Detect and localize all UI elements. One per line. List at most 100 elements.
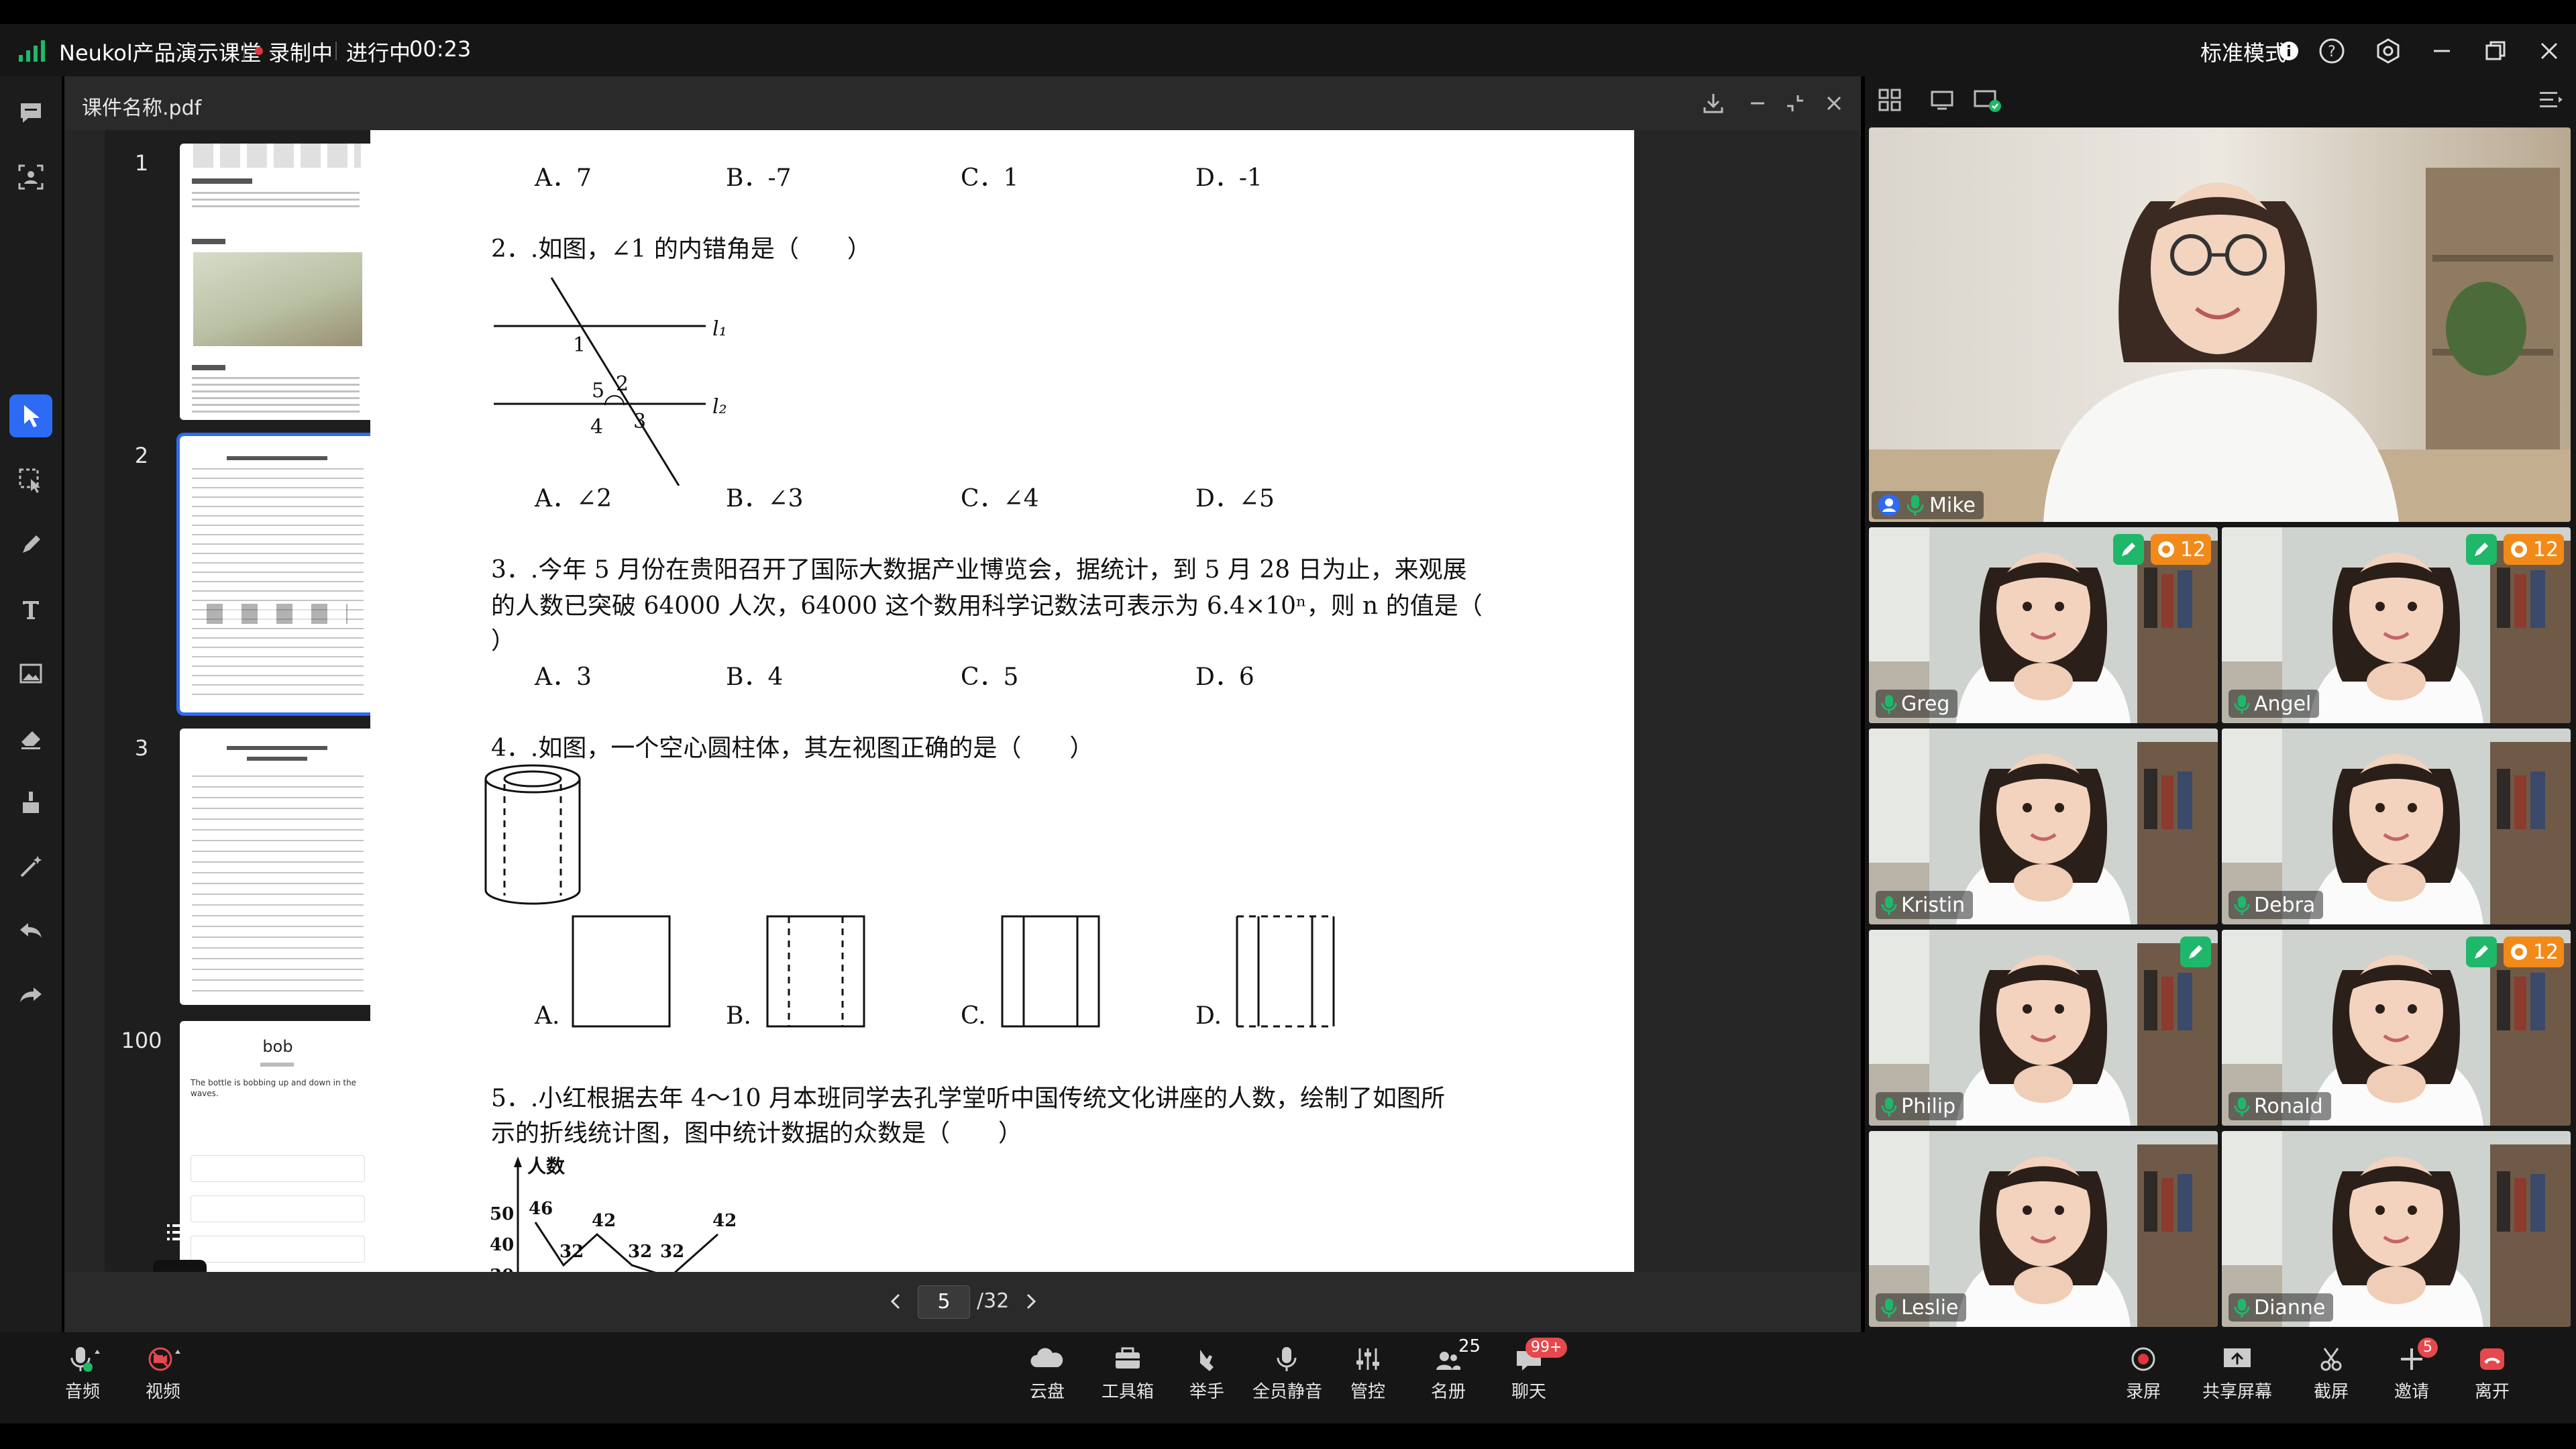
mic-on-icon (2234, 695, 2250, 714)
audio-button[interactable]: 音频 (39, 1344, 126, 1411)
pen-permission-icon (2475, 945, 2488, 959)
question-4: 4．.如图，一个空心圆柱体，其左视图正确的是（ ） (491, 735, 1094, 762)
mode-label[interactable]: 标准模式 (2200, 36, 2286, 67)
option: A．∠2 (535, 485, 612, 513)
mic-icon (70, 1347, 100, 1372)
chat-button[interactable]: 聊天 99+ (1485, 1338, 1572, 1411)
area-select-tool[interactable] (9, 459, 52, 502)
roster-button[interactable]: 名册 25 (1405, 1336, 1492, 1411)
settings-icon[interactable] (2375, 38, 2402, 64)
audio-label: 音频 (64, 1382, 100, 1402)
minimize-icon[interactable] (2428, 38, 2455, 64)
restore-icon[interactable] (2482, 38, 2509, 64)
student-video-tile[interactable]: Philip (1869, 930, 2218, 1126)
student-video-tile[interactable]: Kristin (1869, 729, 2218, 924)
help-icon[interactable]: ? (2318, 38, 2345, 64)
doc-close-icon[interactable] (1822, 91, 1846, 115)
info-icon[interactable] (2278, 40, 2300, 62)
chat-badge: 99+ (1525, 1338, 1568, 1358)
undo-button[interactable] (9, 910, 52, 953)
raise-hand-label: 举手 (1189, 1382, 1224, 1402)
image-tool[interactable] (9, 652, 52, 695)
student-video-tile[interactable]: Dianne (2222, 1131, 2571, 1327)
chart-value-label: 42 (592, 1211, 616, 1231)
option: B．4 (726, 663, 784, 691)
share-screen-button[interactable]: 共享屏幕 (2194, 1344, 2281, 1411)
mute-all-button[interactable]: 全员静音 (1244, 1344, 1331, 1411)
student-video-tile[interactable]: Leslie (1869, 1131, 2218, 1327)
student-video-tile[interactable]: Ronald 12 (2222, 930, 2571, 1126)
eraser-icon (21, 731, 40, 749)
option: B. (726, 1002, 751, 1030)
student-video-tile[interactable]: Angel 12 (2222, 527, 2571, 723)
student-nameplate: Philip (1876, 1092, 1964, 1120)
magic-tool[interactable] (9, 845, 52, 888)
svg-text:4: 4 (590, 415, 603, 439)
svg-text:?: ? (2328, 44, 2336, 60)
thumbnail-page-1[interactable] (180, 144, 376, 420)
option: C．∠4 (961, 485, 1039, 513)
record-button[interactable]: 录屏 (2100, 1344, 2187, 1411)
option: C．1 (961, 164, 1019, 192)
student-name: Ronald (2254, 1094, 2323, 1118)
toolbox-button[interactable]: 工具箱 (1084, 1344, 1171, 1411)
courseware-button[interactable] (9, 91, 52, 134)
page-navigator: 5 /32 (64, 1272, 1861, 1332)
thumbnail-panel: 1 2 3 100 bob The bottle is bobbing up a (105, 130, 380, 1272)
thumbnail-page-100[interactable]: bob The bottle is bobbing up and down in… (180, 1021, 376, 1272)
device-check-icon[interactable] (1972, 87, 2002, 114)
student-video-tile[interactable]: Greg 12 (1869, 527, 2218, 723)
selection-icon (19, 468, 40, 493)
invite-label: 邀请 (2394, 1382, 2429, 1402)
invite-badge: 5 (2418, 1338, 2438, 1358)
option: B．∠3 (726, 485, 804, 513)
redo-button[interactable] (9, 974, 52, 1017)
screenshot-button[interactable]: 截屏 (2288, 1344, 2375, 1411)
outline-toggle-button[interactable] (153, 1260, 207, 1272)
record-icon (2131, 1347, 2155, 1371)
prev-page-icon[interactable] (884, 1289, 908, 1313)
member-list-icon[interactable] (2537, 87, 2564, 113)
face-frame-icon (18, 164, 44, 190)
bottom-toolbar: 音频 视频 云盘 工具箱 举手 全员静音 管控 名册 25 聊天 99+ 录屏 (0, 1332, 2576, 1424)
option: D．-1 (1195, 164, 1263, 192)
document-window: 课件名称.pdf 1 2 3 100 bob The bottle is bob… (64, 76, 1861, 1332)
option: C．5 (961, 663, 1019, 691)
screen-icon[interactable] (1929, 87, 1955, 113)
thumbnail-page-3[interactable] (180, 729, 376, 1005)
doc-collapse-icon[interactable] (1783, 91, 1807, 115)
option: C. (961, 1002, 986, 1030)
next-page-icon[interactable] (1018, 1289, 1042, 1313)
select-tool[interactable] (9, 394, 52, 437)
download-icon[interactable] (1701, 91, 1725, 115)
thumbnail-page-2[interactable] (176, 433, 379, 716)
outline-list-icon[interactable] (161, 1216, 195, 1249)
pen-tool[interactable] (9, 523, 52, 566)
grid-layout-icon[interactable] (1877, 87, 1902, 113)
teacher-video-tile[interactable]: Mike (1869, 127, 2571, 522)
current-page-input[interactable]: 5 (918, 1285, 970, 1319)
eraser-tool[interactable] (9, 716, 52, 759)
text-tool[interactable] (9, 588, 52, 631)
pen-permission-icon (2189, 945, 2202, 959)
screen-share-tool-button[interactable] (9, 156, 52, 199)
close-icon[interactable] (2536, 38, 2563, 64)
question-3-line-3: ） (491, 627, 516, 655)
raise-hand-button[interactable]: 举手 (1163, 1344, 1250, 1411)
mic-on-icon (2234, 1097, 2250, 1116)
video-button[interactable]: 视频 (119, 1344, 207, 1411)
clear-tool[interactable] (9, 781, 52, 824)
whiteboard-permission-badge (2466, 534, 2497, 565)
doc-minimize-icon[interactable] (1746, 91, 1770, 115)
option: A．7 (535, 164, 592, 192)
control-button[interactable]: 管控 (1324, 1344, 1411, 1411)
reward-badge: 12 (2503, 534, 2564, 565)
student-video-tile[interactable]: Debra (2222, 729, 2571, 924)
cloud-drive-button[interactable]: 云盘 (1004, 1344, 1091, 1411)
redo-icon (20, 987, 42, 1002)
student-nameplate: Angel (2229, 690, 2320, 718)
leave-button[interactable]: 离开 (2449, 1344, 2536, 1411)
total-pages: /32 (977, 1289, 1010, 1313)
invite-button[interactable]: 邀请 5 (2368, 1338, 2455, 1411)
roster-count: 25 (1458, 1336, 1481, 1356)
